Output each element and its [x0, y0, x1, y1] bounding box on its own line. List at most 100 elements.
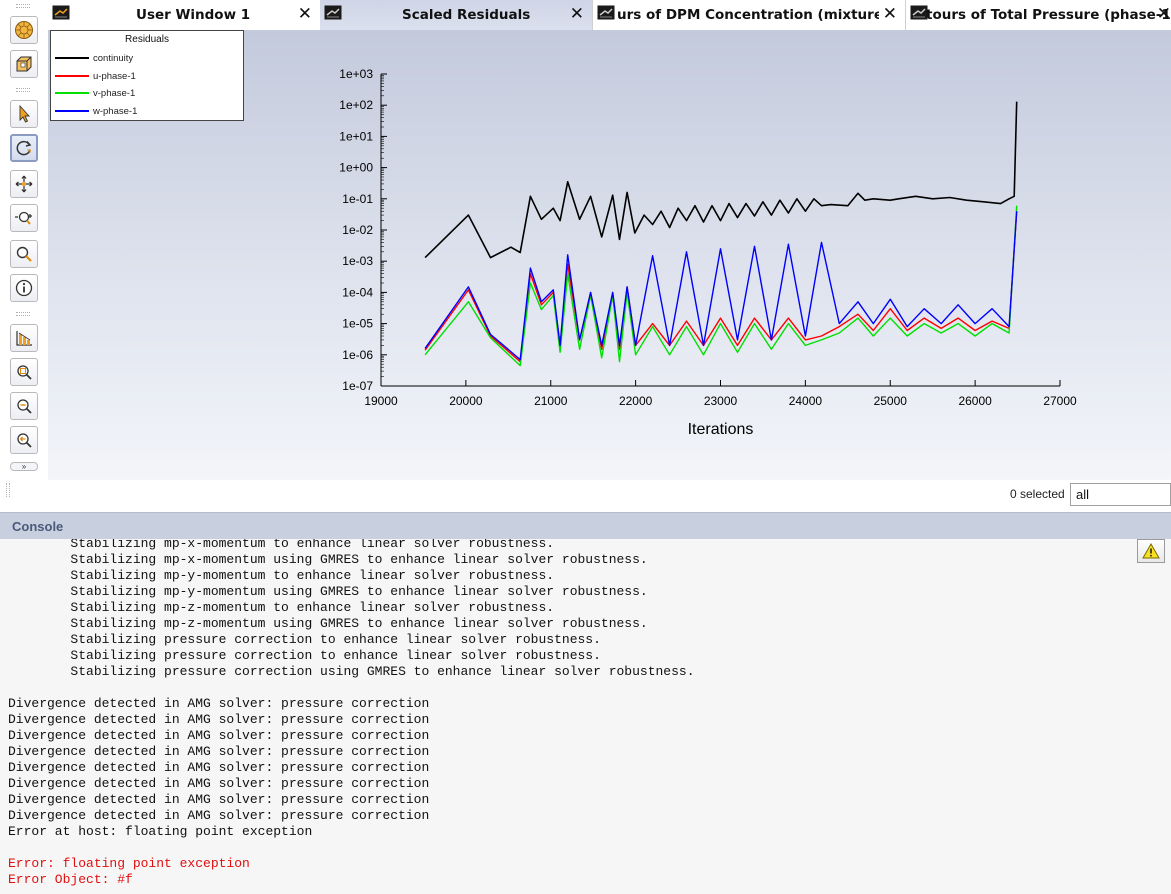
selection-filter-input[interactable]	[1070, 483, 1171, 506]
geometry-sphere-button[interactable]	[10, 16, 38, 44]
y-tick-label: 1e+00	[339, 161, 373, 175]
histogram-button[interactable]	[10, 324, 38, 352]
probe-info-icon	[15, 279, 33, 297]
tab-title: tours of Total Pressure (phase-1)	[926, 7, 1171, 23]
zoom-in-out-button[interactable]	[10, 204, 38, 232]
legend-label: v-phase-1	[93, 87, 136, 99]
series-line-v-phase-1	[424, 205, 1018, 367]
legend-swatch	[55, 92, 89, 94]
residuals-legend[interactable]: Residuals continuity u-phase-1 v-phase-1…	[50, 30, 244, 121]
tab-close-button[interactable]: ✕	[883, 5, 897, 24]
legend-swatch	[55, 75, 89, 77]
zoom-button[interactable]	[10, 240, 38, 268]
toolbar-grip[interactable]	[16, 312, 30, 316]
tab-title: Scaled Residuals	[402, 7, 531, 23]
legend-title: Residuals	[125, 34, 169, 45]
toolbar-grip[interactable]	[16, 88, 30, 92]
series-line-u-phase-1	[424, 211, 1018, 363]
tab-title: User Window 1	[136, 7, 251, 23]
console-title: Console	[12, 519, 64, 534]
selection-count: 0 selected	[1010, 487, 1065, 501]
zoom-in-out-icon	[15, 211, 32, 225]
legend-item-v-phase-1: v-phase-1	[55, 87, 135, 99]
y-tick-label: 1e-03	[342, 254, 373, 268]
zoom-to-fit-icon	[17, 365, 32, 380]
probe-info-button[interactable]	[10, 274, 38, 302]
selection-strip: 0 selected	[0, 480, 1171, 510]
x-axis-title: Iterations	[688, 421, 754, 438]
console-line: Divergence detected in AMG solver: press…	[8, 776, 430, 791]
graphics-window-icon	[52, 5, 70, 20]
graphics-window-icon	[597, 5, 615, 20]
console-line: Divergence detected in AMG solver: press…	[8, 792, 430, 807]
legend-item-u-phase-1: u-phase-1	[55, 70, 136, 82]
y-tick-label: 1e+03	[339, 67, 373, 81]
console-line: Error at host: floating point exception	[8, 824, 313, 839]
console-line: Stabilizing mp-z-momentum using GMRES to…	[8, 616, 648, 631]
pointer-icon	[19, 104, 31, 123]
y-tick-label: 1e-07	[342, 379, 373, 393]
y-tick-label: 1e-05	[342, 317, 373, 331]
tab-scaled-residuals[interactable]: Scaled Residuals ✕	[320, 0, 592, 30]
series-line-continuity	[424, 101, 1018, 259]
y-tick-label: 1e-04	[342, 285, 373, 299]
x-tick-label: 21000	[534, 394, 568, 408]
view-cube-button[interactable]	[10, 50, 38, 78]
tab-close-button[interactable]: ✕	[570, 5, 584, 24]
x-tick-label: 23000	[704, 394, 738, 408]
tab-close-button[interactable]: ✕	[1157, 5, 1171, 24]
y-tick-label: 1e-02	[342, 223, 373, 237]
pan-button[interactable]	[10, 170, 38, 198]
console-line: Stabilizing pressure correction to enhan…	[8, 648, 601, 663]
console-header: Console	[0, 512, 1171, 539]
console-line: Stabilizing pressure correction to enhan…	[8, 632, 601, 647]
geometry-sphere-icon	[15, 21, 33, 39]
series-line-w-phase-1	[424, 211, 1018, 361]
rotate-button[interactable]	[10, 134, 38, 162]
x-tick-label: 27000	[1043, 394, 1077, 408]
console-line: Divergence detected in AMG solver: press…	[8, 728, 430, 743]
tab-dpm-concentration-contours[interactable]: urs of DPM Concentration (mixture) [kg/ …	[592, 0, 905, 30]
warning-button[interactable]	[1137, 539, 1165, 563]
console-line: Error: floating point exception	[8, 856, 250, 871]
zoom-to-fit-button[interactable]	[10, 358, 38, 386]
y-tick-label: 1e+01	[339, 129, 373, 143]
console-line: Stabilizing mp-y-momentum using GMRES to…	[8, 584, 648, 599]
tab-total-pressure-contours[interactable]: tours of Total Pressure (phase-1) ✕	[905, 0, 1171, 30]
graphics-toolbar: »	[0, 0, 48, 510]
tab-close-button[interactable]: ✕	[298, 5, 312, 24]
y-tick-label: 1e-06	[342, 348, 373, 362]
graphics-tab-bar: User Window 1 ✕ Scaled Residuals ✕ urs o…	[48, 0, 1171, 30]
console-line: Error Object: #f	[8, 872, 133, 887]
console-line: Divergence detected in AMG solver: press…	[8, 808, 430, 823]
pointer-button[interactable]	[10, 100, 38, 128]
panel-grip[interactable]	[6, 483, 10, 497]
legend-swatch	[55, 57, 89, 59]
console-line: Stabilizing mp-x-momentum to enhance lin…	[8, 539, 555, 551]
tab-user-window-1[interactable]: User Window 1 ✕	[48, 0, 320, 30]
console-line: Divergence detected in AMG solver: press…	[8, 696, 430, 711]
pan-icon	[15, 175, 33, 193]
console-line: Divergence detected in AMG solver: press…	[8, 712, 430, 727]
zoom-out-button[interactable]	[10, 392, 38, 420]
console-line: Stabilizing mp-x-momentum using GMRES to…	[8, 552, 648, 567]
zoom-previous-icon	[17, 433, 32, 448]
console-output[interactable]: Stabilizing mp-x-momentum to enhance lin…	[0, 539, 1171, 894]
x-tick-label: 19000	[364, 394, 398, 408]
legend-item-continuity: continuity	[55, 52, 133, 64]
toolbar-grip[interactable]	[16, 4, 30, 8]
residuals-plot-area[interactable]: 1e-07 1e-06 1e-05 1e-04 1e-03 1e-02 1e-01 1e+00…	[48, 30, 1171, 480]
x-tick-label: 24000	[789, 394, 823, 408]
zoom-icon	[16, 246, 32, 262]
view-cube-icon	[16, 56, 32, 72]
toolbar-overflow-button[interactable]: »	[10, 462, 38, 471]
x-tick-label: 25000	[874, 394, 908, 408]
console-line: Stabilizing mp-z-momentum to enhance lin…	[8, 600, 555, 615]
legend-label: w-phase-1	[93, 105, 138, 117]
legend-label: continuity	[93, 52, 134, 64]
console-text: Stabilizing mp-x-momentum to enhance lin…	[8, 539, 695, 888]
console-line: Stabilizing pressure correction using GM…	[8, 664, 695, 679]
zoom-previous-button[interactable]	[10, 426, 38, 454]
